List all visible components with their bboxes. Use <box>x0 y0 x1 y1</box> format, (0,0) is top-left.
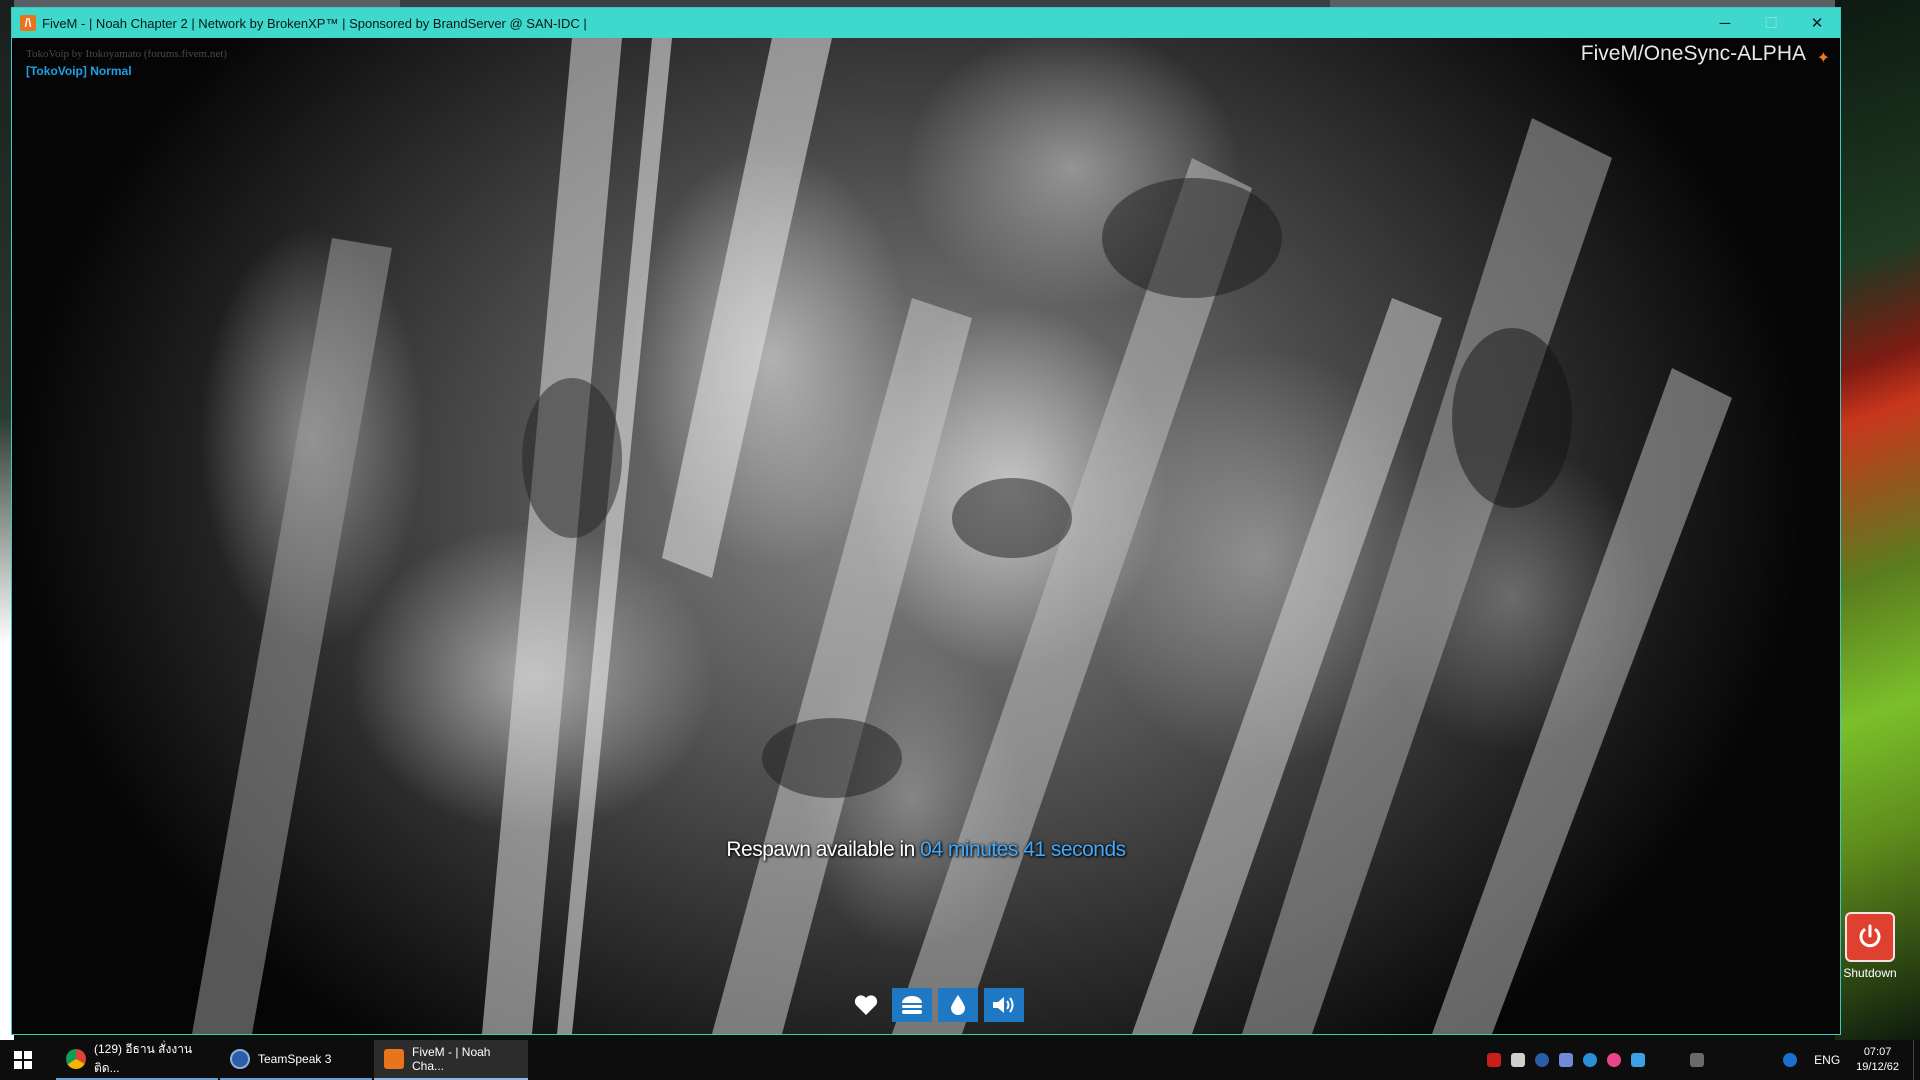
language-indicator[interactable]: ENG <box>1814 1053 1840 1067</box>
voip-credit-text: TokoVoip by Itokoyamato (forums.fivem.ne… <box>26 48 227 60</box>
taskbar-item-label: (129) อีธาน สั่งงานติด... <box>94 1042 193 1075</box>
taskbar-item-label: TeamSpeak 3 <box>258 1052 332 1066</box>
respawn-message: Respawn available in 04 minutes 41 secon… <box>12 838 1840 862</box>
close-button[interactable]: ✕ <box>1794 8 1840 38</box>
heart-icon <box>846 988 886 1022</box>
respawn-timer: 04 minutes 41 seconds <box>920 838 1126 861</box>
discord-icon[interactable] <box>1559 1053 1574 1067</box>
blurred-scene <box>192 38 1732 1034</box>
shutdown-shortcut[interactable]: Shutdown <box>1834 912 1906 980</box>
taskbar: (129) อีธาน สั่งงานติด... TeamSpeak 3 Fi… <box>0 1040 1920 1080</box>
windows-start-button[interactable] <box>0 1040 46 1080</box>
water-drop-icon <box>938 988 978 1022</box>
tray-app-icon[interactable] <box>1487 1053 1502 1067</box>
action-center-icon[interactable] <box>1690 1053 1705 1067</box>
clock[interactable]: 07:07 19/12/62 <box>1856 1045 1899 1075</box>
power-icon <box>1845 912 1895 962</box>
desktop-top-strip <box>0 0 1920 8</box>
desktop-wallpaper <box>1835 0 1920 1040</box>
voip-status-text: [TokoVoip] Normal <box>26 64 132 78</box>
taskbar-item-fivem[interactable]: FiveM - | Noah Cha... <box>374 1040 528 1080</box>
maximize-button[interactable]: ☐ <box>1748 8 1794 38</box>
taskbar-item-label: FiveM - | Noah Cha... <box>412 1045 491 1073</box>
clock-date: 19/12/62 <box>1856 1061 1899 1073</box>
fivem-icon: /\ <box>20 15 36 31</box>
respawn-prefix: Respawn available in <box>726 838 915 861</box>
fivem-icon <box>384 1049 404 1069</box>
server-watermark: FiveM/OneSync-ALPHA <box>1580 42 1806 65</box>
tray-app-icon[interactable] <box>1511 1053 1526 1067</box>
tray-app-icon[interactable] <box>1631 1053 1646 1067</box>
teamspeak-icon <box>230 1049 250 1069</box>
tray-app-icon[interactable] <box>1535 1053 1550 1067</box>
fivem-logo-icon: ✦ <box>1816 50 1830 67</box>
shortcut-label: Shutdown <box>1843 966 1897 980</box>
fivem-window[interactable]: /\ FiveM - | Noah Chapter 2 | Network by… <box>12 8 1840 1034</box>
show-desktop-button[interactable] <box>1913 1040 1920 1080</box>
headset-icon[interactable] <box>1607 1053 1622 1067</box>
tray-app-icon[interactable] <box>1583 1053 1598 1067</box>
system-tray: ENG 07:07 19/12/62 <box>1482 1040 1920 1080</box>
steam-icon[interactable] <box>1783 1053 1798 1067</box>
taskbar-item-chrome[interactable]: (129) อีธาน สั่งงานติด... <box>56 1040 218 1080</box>
status-hud <box>846 988 1024 1022</box>
chrome-icon <box>66 1049 86 1069</box>
burger-icon <box>892 988 932 1022</box>
window-titlebar[interactable]: /\ FiveM - | Noah Chapter 2 | Network by… <box>12 8 1840 38</box>
game-viewport[interactable]: TokoVoip by Itokoyamato (forums.fivem.ne… <box>12 38 1840 1034</box>
window-title: FiveM - | Noah Chapter 2 | Network by Br… <box>42 15 587 31</box>
speaker-icon <box>984 988 1024 1022</box>
windows-logo-icon <box>14 1051 32 1069</box>
minimize-button[interactable]: ─ <box>1702 8 1748 38</box>
taskbar-item-teamspeak[interactable]: TeamSpeak 3 <box>220 1040 372 1080</box>
clock-time: 07:07 <box>1863 1046 1892 1058</box>
